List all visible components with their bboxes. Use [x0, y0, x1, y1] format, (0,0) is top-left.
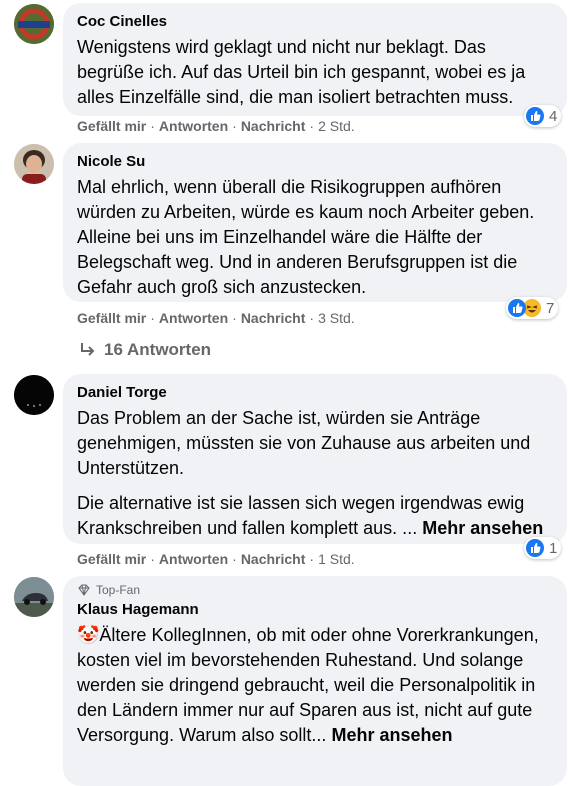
diamond-icon — [78, 584, 90, 596]
reaction-count: 4 — [549, 107, 558, 125]
message-link[interactable]: Nachricht — [241, 551, 306, 567]
view-replies-link[interactable]: 16 Antworten — [79, 340, 211, 360]
comment-actions: Gefällt mir · Antworten · Nachricht · 3 Std. — [77, 310, 355, 326]
reaction-summary[interactable]: 7 — [506, 297, 559, 319]
thumbs-up-icon — [508, 299, 526, 317]
like-link[interactable]: Gefällt mir — [77, 118, 146, 134]
avatar-photo — [14, 375, 54, 415]
avatar-daniel-torge[interactable] — [14, 375, 54, 415]
avatar-klaus-hagemann[interactable] — [14, 577, 54, 617]
comment-bubble: Coc Cinelles Wenigstens wird geklagt und… — [63, 3, 567, 116]
avatar-photo — [14, 144, 54, 184]
comment-actions: Gefällt mir · Antworten · Nachricht · 2 Std. — [77, 118, 355, 134]
message-link[interactable]: Nachricht — [241, 310, 306, 326]
comment-text-paragraph: 🤡Ältere KollegInnen, ob mit oder ohne Vo… — [77, 623, 553, 748]
avatar-nicole-su[interactable] — [14, 144, 54, 184]
comment-text: Ältere KollegInnen, ob mit oder ohne Vor… — [77, 625, 539, 745]
avatar-photo — [14, 577, 54, 617]
reply-link[interactable]: Antworten — [159, 118, 228, 134]
avatar-coc-cinelles[interactable] — [14, 4, 54, 44]
comment-text-paragraph: Die alternative ist sie lassen sich wege… — [77, 493, 544, 538]
comment-author[interactable]: Coc Cinelles — [77, 13, 553, 31]
comment-text: Das Problem an der Sache ist, würden sie… — [77, 408, 531, 478]
comment-bubble: Nicole Su Mal ehrlich, wenn überall die … — [63, 143, 567, 302]
avatar-logo-icon — [14, 4, 54, 44]
reply-link[interactable]: Antworten — [159, 551, 228, 567]
timestamp[interactable]: 1 Std. — [318, 551, 355, 567]
reaction-summary[interactable]: 4 — [524, 105, 562, 127]
see-more-link[interactable]: Mehr ansehen — [422, 518, 543, 538]
comment-text: Wenigstens wird geklagt und nicht nur be… — [77, 37, 526, 107]
like-link[interactable]: Gefällt mir — [77, 310, 146, 326]
replies-count: 16 Antworten — [104, 340, 212, 359]
like-link[interactable]: Gefällt mir — [77, 551, 146, 567]
reaction-count: 7 — [546, 299, 555, 317]
reply-link[interactable]: Antworten — [159, 310, 228, 326]
thumbs-up-icon — [526, 539, 544, 557]
reply-arrow-icon — [81, 343, 95, 356]
thumbs-up-icon — [526, 107, 544, 125]
comment-author[interactable]: Nicole Su — [77, 153, 553, 171]
comment-text: Mal ehrlich, wenn überall die Risikogrup… — [77, 177, 535, 297]
message-link[interactable]: Nachricht — [241, 118, 306, 134]
comment-actions: Gefällt mir · Antworten · Nachricht · 1 Std. — [77, 551, 355, 567]
timestamp[interactable]: 3 Std. — [318, 310, 355, 326]
reaction-count: 1 — [549, 539, 558, 557]
comment-author[interactable]: Daniel Torge — [77, 384, 553, 402]
see-more-link[interactable]: Mehr ansehen — [331, 725, 452, 745]
clown-face-icon: 🤡 — [77, 625, 100, 645]
reaction-summary[interactable]: 1 — [524, 537, 562, 559]
comment-bubble: Top-Fan Klaus Hagemann 🤡Ältere KollegInn… — [63, 576, 567, 786]
timestamp[interactable]: 2 Std. — [318, 118, 355, 134]
top-fan-badge: Top-Fan — [77, 583, 553, 597]
comment-author[interactable]: Klaus Hagemann — [77, 601, 553, 619]
comment-bubble: Daniel Torge Das Problem an der Sache is… — [63, 374, 567, 544]
